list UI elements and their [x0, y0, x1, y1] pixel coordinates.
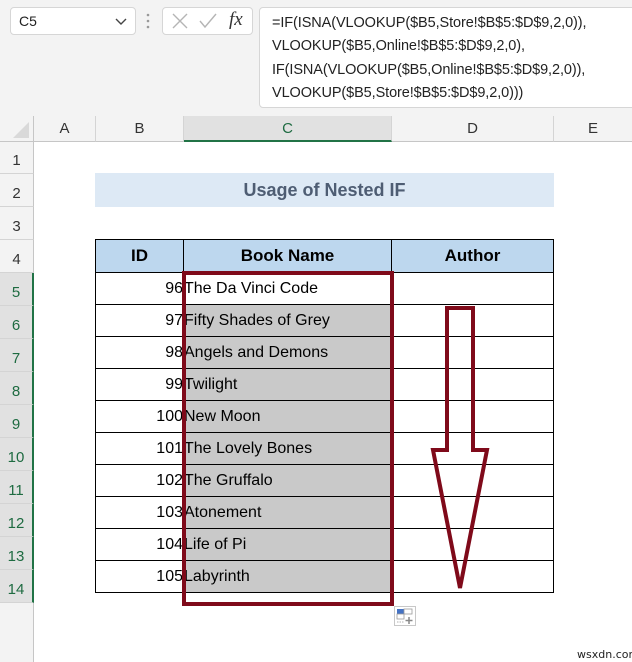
row-header-10[interactable]: 10 [0, 438, 34, 471]
table-row: 100 New Moon [95, 400, 554, 433]
book-cell[interactable]: The Da Vinci Code [183, 272, 392, 305]
author-cell[interactable] [391, 304, 554, 337]
row-header-3[interactable]: 3 [0, 207, 34, 240]
table-row: 99 Twilight [95, 368, 554, 401]
formula-buttons: fx [162, 7, 253, 35]
book-cell[interactable]: Twilight [183, 368, 392, 401]
column-header-e[interactable]: E [554, 116, 632, 142]
author-cell[interactable] [391, 528, 554, 561]
book-cell[interactable]: New Moon [183, 400, 392, 433]
id-cell[interactable]: 100 [95, 400, 184, 433]
book-cell[interactable]: Angels and Demons [183, 336, 392, 369]
column-header-c[interactable]: C [184, 116, 392, 142]
id-cell[interactable]: 101 [95, 432, 184, 465]
table-row: 104 Life of Pi [95, 528, 554, 561]
cancel-icon[interactable] [171, 12, 189, 30]
table-row: 101 The Lovely Bones [95, 432, 554, 465]
watermark: wsxdn.com [577, 648, 632, 661]
id-cell[interactable]: 104 [95, 528, 184, 561]
header-author[interactable]: Author [391, 239, 554, 273]
table-row: 105 Labyrinth [95, 560, 554, 593]
chevron-down-icon[interactable] [113, 12, 129, 30]
book-cell[interactable]: Fifty Shades of Grey [183, 304, 392, 337]
author-cell[interactable] [391, 400, 554, 433]
id-cell[interactable]: 105 [95, 560, 184, 593]
enter-check-icon[interactable] [198, 12, 218, 30]
row-header-7[interactable]: 7 [0, 339, 34, 372]
row-header-1[interactable]: 1 [0, 142, 34, 174]
header-book-name[interactable]: Book Name [183, 239, 392, 273]
book-cell[interactable]: The Gruffalo [183, 464, 392, 497]
insert-function-icon[interactable]: fx [229, 9, 243, 30]
name-box[interactable]: C5 [10, 7, 136, 35]
column-header-a[interactable]: A [34, 116, 96, 142]
id-cell[interactable]: 103 [95, 496, 184, 529]
id-cell[interactable]: 97 [95, 304, 184, 337]
author-cell[interactable] [391, 336, 554, 369]
table-row: 103 Atonement [95, 496, 554, 529]
author-cell[interactable] [391, 272, 554, 305]
row-header-8[interactable]: 8 [0, 372, 34, 405]
row-header-12[interactable]: 12 [0, 504, 34, 537]
row-header-6[interactable]: 6 [0, 306, 34, 339]
row-header-14[interactable]: 14 [0, 570, 34, 603]
table-header-row: ID Book Name Author [95, 239, 554, 273]
select-all-corner[interactable] [0, 116, 34, 142]
drag-handle-icon[interactable] [146, 12, 150, 30]
column-header-b[interactable]: B [96, 116, 184, 142]
row-header-5[interactable]: 5 [0, 273, 34, 306]
quick-analysis-icon[interactable] [394, 606, 416, 626]
select-all-triangle-icon [13, 122, 29, 138]
table-row: 98 Angels and Demons [95, 336, 554, 369]
books-table: ID Book Name Author 96 The Da Vinci Code… [95, 239, 554, 593]
table-row: 97 Fifty Shades of Grey [95, 304, 554, 337]
author-cell[interactable] [391, 560, 554, 593]
author-cell[interactable] [391, 464, 554, 497]
column-header-d[interactable]: D [392, 116, 554, 142]
row-header-blank [0, 603, 34, 662]
id-cell[interactable]: 99 [95, 368, 184, 401]
name-box-value: C5 [19, 13, 37, 29]
id-cell[interactable]: 98 [95, 336, 184, 369]
book-cell[interactable]: Labyrinth [183, 560, 392, 593]
formula-input[interactable]: =IF(ISNA(VLOOKUP($B5,Store!$B$5:$D$9,2,0… [259, 7, 632, 108]
formula-line: =IF(ISNA(VLOOKUP($B5,Store!$B$5:$D$9,2,0… [272, 15, 587, 31]
row-header-11[interactable]: 11 [0, 471, 34, 504]
formula-line: VLOOKUP($B5,Online!$B$5:$D$9,2,0), [272, 38, 525, 55]
row-header-2[interactable]: 2 [0, 174, 34, 207]
sheet-title[interactable]: Usage of Nested IF [95, 173, 554, 207]
book-cell[interactable]: The Lovely Bones [183, 432, 392, 465]
author-cell[interactable] [391, 432, 554, 465]
row-header-4[interactable]: 4 [0, 240, 34, 273]
book-cell[interactable]: Atonement [183, 496, 392, 529]
row-header-13[interactable]: 13 [0, 537, 34, 570]
formula-line: IF(ISNA(VLOOKUP($B5,Online!$B$5:$D$9,2,0… [272, 61, 586, 78]
table-row: 102 The Gruffalo [95, 464, 554, 497]
header-id[interactable]: ID [95, 239, 184, 273]
row-header-9[interactable]: 9 [0, 405, 34, 438]
book-cell[interactable]: Life of Pi [183, 528, 392, 561]
table-row: 96 The Da Vinci Code [95, 272, 554, 305]
id-cell[interactable]: 96 [95, 272, 184, 305]
formula-bar-area: C5 fx =IF(ISNA(VLOOKUP($B5,Store!$B$5:$D… [0, 0, 632, 112]
formula-line: VLOOKUP($B5,Store!$B$5:$D$9,2,0))) [272, 84, 524, 101]
author-cell[interactable] [391, 368, 554, 401]
id-cell[interactable]: 102 [95, 464, 184, 497]
author-cell[interactable] [391, 496, 554, 529]
